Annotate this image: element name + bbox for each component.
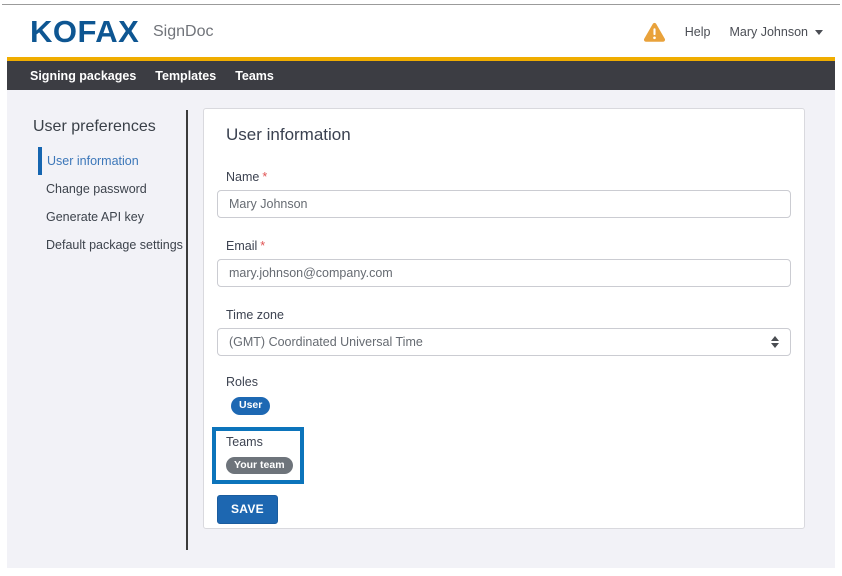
sidebar-item-change-password[interactable]: Change password (38, 175, 188, 203)
timezone-selected-value: (GMT) Coordinated Universal Time (229, 335, 423, 349)
email-label: Email* (226, 239, 791, 253)
name-field-group: Name* (217, 170, 791, 218)
product-name: SignDoc (153, 23, 213, 41)
roles-group: Roles User (217, 375, 791, 415)
main-nav: Signing packages Templates Teams (7, 61, 835, 90)
timezone-field-group: Time zone (GMT) Coordinated Universal Ti… (217, 308, 791, 356)
timezone-label: Time zone (226, 308, 791, 322)
nav-item-templates[interactable]: Templates (155, 69, 216, 83)
select-updown-icon (771, 336, 779, 348)
sidebar-divider (186, 110, 188, 550)
app-frame: KOFAX SignDoc Help Mary Johnson (7, 5, 835, 568)
chevron-down-icon (815, 30, 823, 35)
user-menu[interactable]: Mary Johnson (729, 25, 823, 39)
nav-item-signing-packages[interactable]: Signing packages (30, 69, 136, 83)
header: KOFAX SignDoc Help Mary Johnson (7, 5, 835, 57)
required-marker: * (262, 170, 267, 184)
required-marker: * (260, 239, 265, 253)
page-body: User preferences User information Change… (7, 90, 835, 568)
save-button[interactable]: SAVE (217, 495, 278, 524)
name-input[interactable] (217, 190, 791, 218)
email-field-group: Email* (217, 239, 791, 287)
user-information-panel: User information Name* Email* Time zone (203, 108, 805, 529)
warning-icon[interactable] (643, 22, 666, 42)
sidebar-item-default-package-settings[interactable]: Default package settings (38, 231, 188, 259)
user-menu-label: Mary Johnson (729, 25, 808, 39)
roles-label: Roles (226, 375, 791, 389)
email-input[interactable] (217, 259, 791, 287)
header-actions: Help Mary Johnson (643, 20, 823, 44)
app-window: KOFAX SignDoc Help Mary Johnson (0, 0, 842, 576)
role-badge: User (231, 397, 270, 415)
sidebar-nav: User information Change password Generat… (38, 147, 188, 259)
sidebar-item-generate-api-key[interactable]: Generate API key (38, 203, 188, 231)
sidebar-item-user-information[interactable]: User information (38, 147, 188, 175)
panel-title: User information (226, 125, 804, 145)
teams-highlight-box: Teams Your team (212, 427, 304, 485)
timezone-select[interactable]: (GMT) Coordinated Universal Time (217, 328, 791, 356)
kofax-logo: KOFAX (30, 14, 139, 50)
nav-item-teams[interactable]: Teams (235, 69, 274, 83)
teams-label: Teams (226, 435, 293, 449)
team-badge: Your team (226, 457, 293, 475)
name-label: Name* (226, 170, 791, 184)
sidebar-title: User preferences (33, 118, 156, 136)
help-link[interactable]: Help (685, 25, 711, 39)
